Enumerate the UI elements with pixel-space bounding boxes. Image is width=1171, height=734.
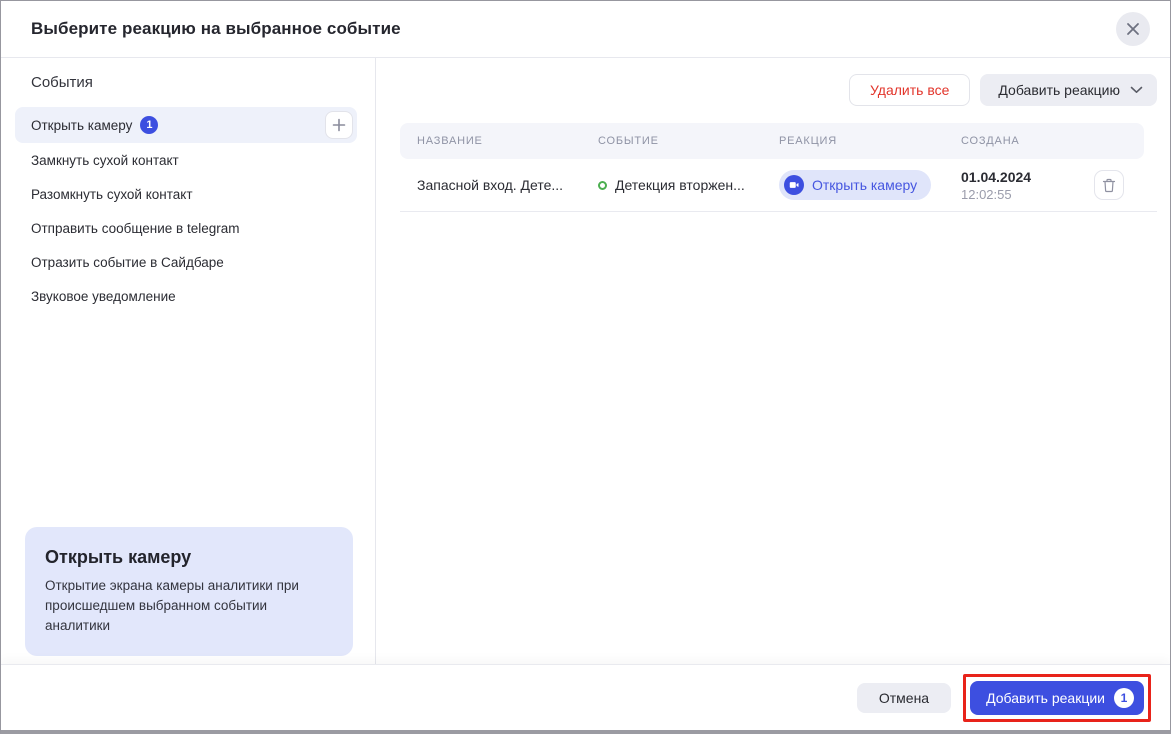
cancel-button[interactable]: Отмена [857,683,951,713]
row-created: 01.04.2024 12:02:55 [961,169,1094,202]
add-event-button[interactable] [325,111,353,139]
sidebar-item-label: Замкнуть сухой контакт [31,153,179,168]
modal-header: Выберите реакцию на выбранное событие [1,1,1170,58]
annotation-highlight: Добавить реакции 1 [963,674,1151,722]
actions-row: Удалить все Добавить реакцию [400,74,1157,106]
table-row: Запасной вход. Дете... Детекция вторжен.… [400,159,1157,212]
sidebar-item-label: Звуковое уведомление [31,289,176,304]
sidebar-item-label: Отправить сообщение в telegram [31,221,240,236]
submit-button-label: Добавить реакции [986,690,1105,706]
event-status-icon [598,181,607,190]
delete-all-button[interactable]: Удалить все [849,74,970,106]
col-header-created: СОЗДАНА [961,135,1144,147]
created-time: 12:02:55 [961,187,1094,202]
row-actions [1094,170,1157,200]
row-event-label: Детекция вторжен... [615,177,745,193]
col-header-reaction: РЕАКЦИЯ [779,135,961,147]
delete-row-button[interactable] [1094,170,1124,200]
close-icon [1126,22,1140,36]
reactions-panel: Удалить все Добавить реакцию НАЗВАНИЕ СО… [376,58,1171,664]
table-header: НАЗВАНИЕ СОБЫТИЕ РЕАКЦИЯ СОЗДАНА [400,123,1144,159]
sidebar-item-send-telegram[interactable]: Отправить сообщение в telegram [1,211,375,245]
row-event: Детекция вторжен... [598,177,779,193]
col-header-name: НАЗВАНИЕ [417,135,598,147]
add-reaction-dropdown-label: Добавить реакцию [998,82,1120,98]
sidebar-item-label: Открыть камеру [31,118,132,133]
trash-icon [1102,178,1116,193]
modal-title: Выберите реакцию на выбранное событие [31,19,401,39]
reaction-chip[interactable]: Открыть камеру [779,170,931,200]
col-header-event: СОБЫТИЕ [598,135,779,147]
events-sidebar: События Открыть камеру 1 Замкнуть сухой … [1,58,376,664]
sidebar-item-sound-notification[interactable]: Звуковое уведомление [1,279,375,313]
info-panel-title: Открыть камеру [45,547,333,568]
sidebar-item-close-dry-contact[interactable]: Замкнуть сухой контакт [1,143,375,177]
reaction-chip-label: Открыть камеру [812,177,917,193]
sidebar-item-open-dry-contact[interactable]: Разомкнуть сухой контакт [1,177,375,211]
camera-icon [784,175,804,195]
submit-count-badge: 1 [1114,688,1134,708]
created-date: 01.04.2024 [961,169,1094,185]
row-reaction: Открыть камеру [779,170,961,200]
info-panel-description: Открытие экрана камеры аналитики при про… [45,576,333,636]
add-reactions-submit-button[interactable]: Добавить реакции 1 [970,681,1144,715]
modal-footer: Отмена Добавить реакции 1 [1,664,1170,730]
selected-count-badge: 1 [140,116,158,134]
modal-body: События Открыть камеру 1 Замкнуть сухой … [1,58,1170,664]
add-reaction-dropdown[interactable]: Добавить реакцию [980,74,1157,106]
chevron-down-icon [1130,86,1143,94]
plus-icon [332,118,346,132]
reaction-modal: Выберите реакцию на выбранное событие Со… [0,0,1171,734]
event-list: Открыть камеру 1 Замкнуть сухой контакт … [1,107,375,313]
sidebar-item-label: Разомкнуть сухой контакт [31,187,193,202]
sidebar-item-label: Отразить событие в Сайдбаре [31,255,224,270]
close-button[interactable] [1116,12,1150,46]
sidebar-item-show-in-sidebar[interactable]: Отразить событие в Сайдбаре [1,245,375,279]
sidebar-item-open-camera[interactable]: Открыть камеру 1 [15,107,357,143]
sidebar-header: События [1,74,375,91]
event-info-panel: Открыть камеру Открытие экрана камеры ан… [25,527,353,656]
row-name: Запасной вход. Дете... [417,177,598,193]
